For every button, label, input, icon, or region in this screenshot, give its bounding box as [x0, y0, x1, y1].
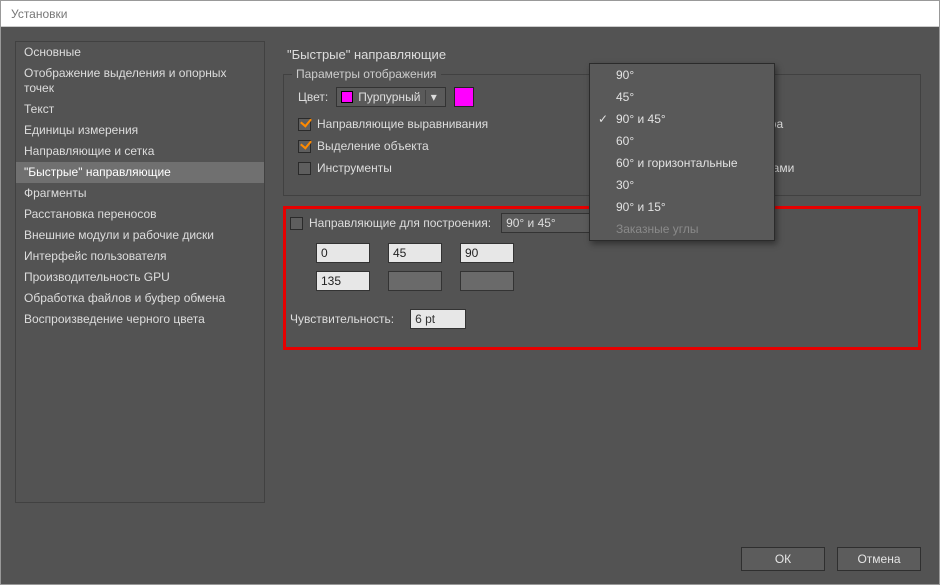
- sidebar-item[interactable]: Текст: [16, 99, 264, 120]
- checkbox-label: Направляющие выравнивания: [317, 117, 488, 131]
- sidebar: ОсновныеОтображение выделения и опорных …: [15, 41, 265, 503]
- angle-input[interactable]: [316, 243, 370, 263]
- color-select[interactable]: Пурпурный ▾: [336, 87, 446, 107]
- dropdown-item[interactable]: 90°: [590, 64, 774, 86]
- construction-guides-highlight: Направляющие для построения: 90° и 45° ▾…: [283, 206, 921, 350]
- construction-guides-label: Направляющие для построения:: [309, 216, 491, 230]
- dropdown-item: Заказные углы: [590, 218, 774, 240]
- checkbox-label: Выделение объекта: [317, 139, 429, 153]
- titlebar: Установки: [1, 1, 939, 27]
- sidebar-item[interactable]: Обработка файлов и буфер обмена: [16, 288, 264, 309]
- ok-button[interactable]: ОК: [741, 547, 825, 571]
- construction-guides-checkbox[interactable]: Направляющие для построения:: [290, 216, 491, 230]
- angle-inputs: [316, 243, 910, 263]
- angle-inputs-2: [316, 271, 910, 291]
- dropdown-item[interactable]: 90° и 15°: [590, 196, 774, 218]
- color-select-value: Пурпурный: [358, 90, 421, 104]
- angle-input[interactable]: [388, 271, 442, 291]
- page-title: "Быстрые" направляющие: [287, 47, 921, 62]
- checkbox-label: Инструменты: [317, 161, 392, 175]
- color-preview-swatch[interactable]: [454, 87, 474, 107]
- checkbox-box: [290, 217, 303, 230]
- angle-input[interactable]: [460, 271, 514, 291]
- dropdown-item[interactable]: 30°: [590, 174, 774, 196]
- checkbox-box: [298, 140, 311, 153]
- main-panel: "Быстрые" направляющие Параметры отображ…: [265, 41, 939, 537]
- sidebar-item[interactable]: Воспроизведение черного цвета: [16, 309, 264, 330]
- preferences-window: Установки ОсновныеОтображение выделения …: [0, 0, 940, 585]
- chevron-down-icon: ▾: [425, 90, 441, 104]
- construction-angles-dropdown: 90°45°90° и 45°60°60° и горизонтальные30…: [589, 63, 775, 241]
- sidebar-item[interactable]: Внешние модули и рабочие диски: [16, 225, 264, 246]
- dropdown-item[interactable]: 45°: [590, 86, 774, 108]
- sidebar-item[interactable]: Единицы измерения: [16, 120, 264, 141]
- sidebar-item[interactable]: Интерфейс пользователя: [16, 246, 264, 267]
- sensitivity-input[interactable]: [410, 309, 466, 329]
- angle-input[interactable]: [316, 271, 370, 291]
- angle-input[interactable]: [388, 243, 442, 263]
- sidebar-item[interactable]: Основные: [16, 42, 264, 63]
- color-swatch-icon: [341, 91, 353, 103]
- dropdown-item[interactable]: 60°: [590, 130, 774, 152]
- checkbox-row[interactable]: Направляющие выравнивания: [298, 117, 602, 131]
- cancel-button[interactable]: Отмена: [837, 547, 921, 571]
- checkbox-box: [298, 162, 311, 175]
- checkbox-row[interactable]: Выделение объекта: [298, 139, 602, 153]
- checkbox-row[interactable]: Инструменты: [298, 161, 602, 175]
- color-label: Цвет:: [298, 90, 328, 104]
- dropdown-item[interactable]: 60° и горизонтальные: [590, 152, 774, 174]
- angle-input[interactable]: [460, 243, 514, 263]
- sidebar-item[interactable]: Отображение выделения и опорных точек: [16, 63, 264, 99]
- sidebar-item[interactable]: Направляющие и сетка: [16, 141, 264, 162]
- sidebar-item[interactable]: Фрагменты: [16, 183, 264, 204]
- sensitivity-label: Чувствительность:: [290, 312, 394, 326]
- window-title: Установки: [11, 7, 67, 21]
- sidebar-item[interactable]: Расстановка переносов: [16, 204, 264, 225]
- sidebar-item[interactable]: Производительность GPU: [16, 267, 264, 288]
- display-options-legend: Параметры отображения: [292, 67, 441, 81]
- dialog-footer: ОК Отмена: [1, 537, 939, 581]
- sidebar-item[interactable]: "Быстрые" направляющие: [16, 162, 264, 183]
- checkbox-box: [298, 118, 311, 131]
- dropdown-item[interactable]: 90° и 45°: [590, 108, 774, 130]
